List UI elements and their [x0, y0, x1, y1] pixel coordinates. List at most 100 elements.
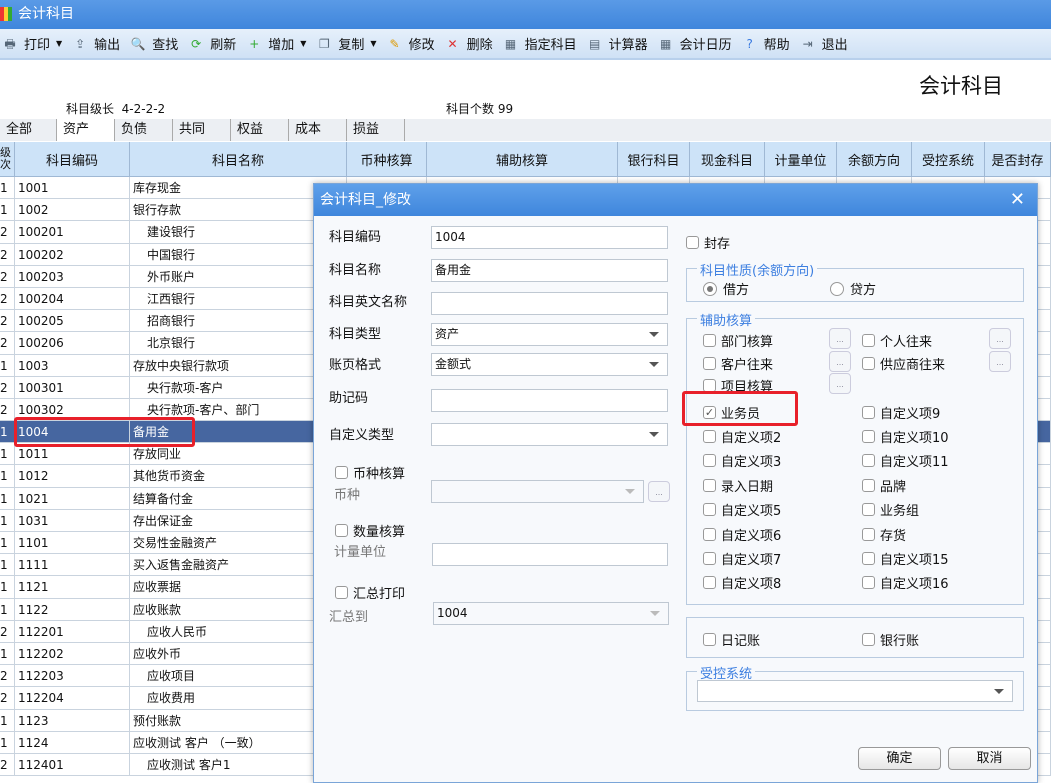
- aux-right-checkbox[interactable]: 自定义项10: [862, 427, 949, 446]
- checkbox-label: 自定义项15: [880, 553, 949, 568]
- toolbar-button[interactable]: ? 帮助: [742, 34, 789, 54]
- tab-6[interactable]: 损益: [347, 119, 405, 141]
- mnemonic-input[interactable]: [431, 389, 668, 412]
- toolbar-button[interactable]: ⟳ 刷新: [188, 34, 236, 54]
- tab-0[interactable]: 全部: [0, 119, 57, 141]
- code-cell: 112201: [15, 620, 130, 642]
- browse-button[interactable]: ...: [829, 351, 851, 372]
- checkbox-label: 自定义项5: [721, 504, 782, 519]
- column-header[interactable]: 辅助核算: [427, 142, 618, 176]
- bank-book-checkbox[interactable]: 银行账: [862, 630, 919, 649]
- chevron-down-icon: [625, 489, 635, 494]
- aux-right-checkbox[interactable]: 存货: [862, 525, 906, 544]
- checkbox-label: 自定义项10: [880, 431, 949, 446]
- type-select[interactable]: 资产: [431, 323, 668, 346]
- toolbar-button[interactable]: + 增加 ▼: [246, 34, 306, 54]
- column-header[interactable]: 是否封存: [985, 142, 1051, 176]
- toolbar-button-label: 查找: [152, 38, 179, 53]
- journal-checkbox[interactable]: 日记账: [703, 630, 760, 649]
- close-icon[interactable]: ✕: [1010, 184, 1025, 216]
- aux-left-checkbox[interactable]: 录入日期: [703, 476, 773, 495]
- toolbar-button[interactable]: ⇥ 退出: [800, 34, 848, 54]
- tab-1[interactable]: 资产: [57, 119, 115, 141]
- mnemonic-label: 助记码: [329, 391, 369, 406]
- aux-left-checkbox[interactable]: 自定义项6: [703, 525, 781, 544]
- ledger-format-label: 账页格式: [329, 358, 382, 373]
- aux-left-checkbox[interactable]: 自定义项3: [703, 451, 781, 470]
- summary-print-checkbox[interactable]: 汇总打印: [335, 583, 405, 602]
- column-header[interactable]: 计量单位: [765, 142, 837, 176]
- aux-left-checkbox[interactable]: 客户往来: [703, 354, 773, 373]
- dropdown-arrow-icon[interactable]: ▼: [56, 39, 62, 48]
- toolbar-button[interactable]: ✕ 删除: [445, 34, 493, 54]
- browse-button[interactable]: ...: [989, 351, 1011, 372]
- level-value: 4-2-2-2: [121, 102, 166, 116]
- credit-radio[interactable]: 贷方: [830, 279, 876, 298]
- summary-to-select[interactable]: 1004: [433, 602, 669, 625]
- column-header[interactable]: 余额方向: [837, 142, 912, 176]
- aux-right-checkbox[interactable]: 自定义项15: [862, 549, 949, 568]
- ok-button[interactable]: 确定: [858, 747, 941, 770]
- aux-left-checkbox[interactable]: 自定义项7: [703, 549, 781, 568]
- currency-browse-button[interactable]: ...: [648, 481, 670, 502]
- tab-3[interactable]: 共同: [173, 119, 231, 141]
- name-input[interactable]: 备用金: [431, 259, 668, 282]
- toolbar-button[interactable]: ✎ 修改: [387, 34, 435, 54]
- sealed-checkbox[interactable]: 封存: [686, 233, 730, 252]
- tab-2[interactable]: 负债: [115, 119, 173, 141]
- code-input[interactable]: 1004: [431, 226, 668, 249]
- currency-select[interactable]: [431, 480, 644, 503]
- currency-accounting-checkbox[interactable]: 币种核算: [335, 463, 405, 482]
- toolbar-button[interactable]: ⇪ 输出: [72, 34, 120, 54]
- aux-left-checkbox[interactable]: 部门核算: [703, 331, 773, 350]
- aux-left-checkbox[interactable]: 自定义项8: [703, 573, 781, 592]
- quantity-accounting-checkbox[interactable]: 数量核算: [335, 521, 405, 540]
- aux-right-checkbox[interactable]: 自定义项16: [862, 573, 949, 592]
- column-header[interactable]: 现金科目: [690, 142, 765, 176]
- dropdown-arrow-icon[interactable]: ▼: [300, 39, 306, 48]
- window-titlebar: 会计科目: [0, 0, 1051, 29]
- checkbox-box: [862, 454, 875, 467]
- toolbar-button[interactable]: ▤ 计算器: [587, 34, 648, 54]
- column-header[interactable]: 受控系统: [912, 142, 985, 176]
- toolbar-button[interactable]: ❐ 复制 ▼: [316, 34, 377, 54]
- browse-button[interactable]: ...: [989, 328, 1011, 349]
- column-header[interactable]: 科目编码: [15, 142, 130, 176]
- checkbox-box: [703, 334, 716, 347]
- column-header[interactable]: 银行科目: [618, 142, 690, 176]
- aux-left-checkbox[interactable]: 自定义项2: [703, 427, 781, 446]
- debit-radio[interactable]: 借方: [703, 279, 749, 298]
- column-header[interactable]: 币种核算: [347, 142, 427, 176]
- column-header[interactable]: 科目名称: [130, 142, 347, 176]
- toolbar-button[interactable]: 🔍 查找: [130, 34, 179, 54]
- tab-5[interactable]: 成本: [289, 119, 347, 141]
- toolbar-button[interactable]: ▦ 会计日历: [658, 34, 732, 54]
- custom-type-select[interactable]: [431, 423, 668, 446]
- column-header[interactable]: 级次: [0, 142, 15, 176]
- aux-right-checkbox[interactable]: 供应商往来: [862, 354, 945, 373]
- chevron-down-icon: [649, 362, 659, 367]
- dropdown-arrow-icon[interactable]: ▼: [370, 39, 376, 48]
- aux-left-checkbox[interactable]: 自定义项5: [703, 500, 781, 519]
- tab-4[interactable]: 权益: [231, 119, 289, 141]
- aux-right-checkbox[interactable]: 品牌: [862, 476, 906, 495]
- controlled-system-select[interactable]: [697, 680, 1013, 702]
- toolbar-button-label: 打印: [24, 38, 51, 53]
- browse-button[interactable]: ...: [829, 328, 851, 349]
- unit-input[interactable]: [432, 543, 668, 566]
- summary-to-value: 1004: [437, 606, 468, 620]
- aux-right-checkbox[interactable]: 个人往来: [862, 331, 932, 350]
- cancel-button[interactable]: 取消: [948, 747, 1031, 770]
- toolbar-button[interactable]: ▦ 指定科目: [503, 34, 577, 54]
- aux-right-checkbox[interactable]: 自定义项11: [862, 451, 949, 470]
- level-cell: 1: [0, 642, 15, 665]
- ledger-format-select[interactable]: 金额式: [431, 353, 668, 376]
- browse-button[interactable]: ...: [829, 373, 851, 394]
- english-name-input[interactable]: [431, 292, 668, 315]
- aux-right-checkbox[interactable]: 自定义项9: [862, 403, 940, 422]
- toolbar-button[interactable]: 🖶 打印 ▼: [2, 34, 62, 54]
- checkbox-box: [703, 576, 716, 589]
- code-cell: 1111: [15, 554, 130, 576]
- aux-right-checkbox[interactable]: 业务组: [862, 500, 919, 519]
- level-cell: 2: [0, 376, 15, 398]
